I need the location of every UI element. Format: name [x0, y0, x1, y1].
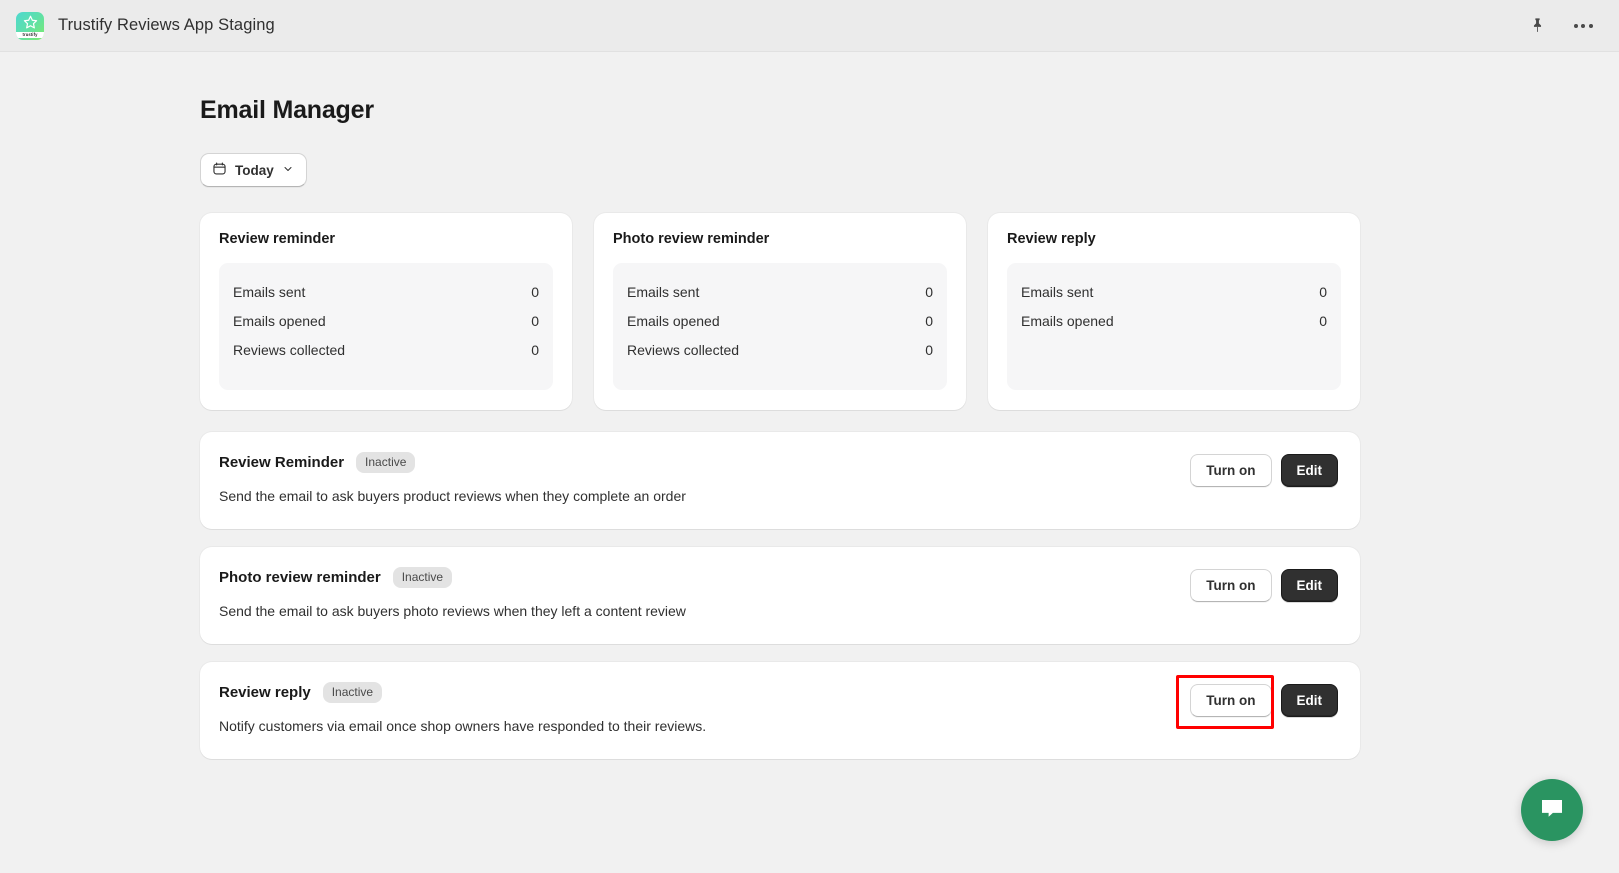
- stat-card-grid: Review reminder Emails sent 0 Emails ope…: [200, 213, 1360, 410]
- stat-label: Reviews collected: [233, 341, 346, 358]
- feature-title: Review reply: [219, 684, 311, 702]
- feature-content: Review Reminder Inactive Send the email …: [219, 452, 1190, 507]
- stat-label: Emails opened: [233, 312, 326, 329]
- stat-row: Emails opened 0: [1021, 306, 1327, 335]
- app-title: Trustify Reviews App Staging: [58, 16, 275, 34]
- stat-label: Emails sent: [627, 283, 700, 300]
- date-filter-label: Today: [235, 162, 274, 178]
- more-horizontal-icon[interactable]: [1569, 12, 1597, 40]
- date-filter-button[interactable]: Today: [200, 153, 307, 187]
- stat-row: Emails sent 0: [233, 277, 539, 306]
- feature-actions: Turn on Edit: [1190, 568, 1338, 602]
- feature-content: Review reply Inactive Notify customers v…: [219, 681, 1190, 737]
- feature-description: Send the email to ask buyers product rev…: [219, 488, 686, 505]
- stat-card-title: Review reply: [1007, 231, 1096, 247]
- turn-on-button[interactable]: Turn on: [1190, 454, 1272, 487]
- stat-label: Emails sent: [1021, 283, 1094, 300]
- feature-content: Photo review reminder Inactive Send the …: [219, 566, 1190, 622]
- edit-button[interactable]: Edit: [1280, 568, 1338, 602]
- stat-value: 0: [1319, 283, 1327, 300]
- feature-header: Photo review reminder Inactive: [219, 566, 1190, 589]
- stat-row: Reviews collected 0: [233, 335, 539, 364]
- chat-launcher-button[interactable]: [1521, 779, 1583, 841]
- stat-value: 0: [925, 312, 933, 329]
- stat-value: 0: [925, 341, 933, 358]
- feature-header: Review Reminder Inactive: [219, 452, 1190, 474]
- status-badge: Inactive: [356, 452, 416, 474]
- status-badge: Inactive: [322, 681, 383, 704]
- app-logo: trustify: [16, 11, 44, 40]
- stat-card-title: Review reminder: [219, 231, 336, 247]
- stat-value: 0: [531, 312, 539, 329]
- turn-on-button[interactable]: Turn on: [1190, 568, 1272, 602]
- stat-label: Reviews collected: [627, 341, 740, 358]
- turn-on-button[interactable]: Turn on: [1190, 683, 1272, 717]
- stat-panel: Emails sent 0 Emails opened 0: [1007, 263, 1341, 390]
- stat-panel: Emails sent 0 Emails opened 0 Reviews co…: [613, 263, 947, 390]
- stat-card: Review reminder Emails sent 0 Emails ope…: [200, 213, 572, 410]
- stat-row: Reviews collected 0: [627, 335, 933, 364]
- stat-label: Emails opened: [627, 312, 720, 329]
- chat-bubble-icon: [1537, 793, 1567, 828]
- stat-value: 0: [1319, 312, 1327, 329]
- stat-row: Emails opened 0: [233, 306, 539, 335]
- calendar-icon: [212, 161, 227, 179]
- stat-row: Emails sent 0: [1021, 277, 1327, 306]
- page-body: Email Manager Today Review reminder Emai…: [0, 52, 1619, 873]
- stat-row: Emails sent 0: [627, 277, 933, 306]
- feature-actions: Turn on Edit: [1190, 454, 1338, 487]
- stat-card-title: Photo review reminder: [613, 231, 770, 247]
- feature-header: Review reply Inactive: [219, 681, 1190, 704]
- chevron-down-icon: [282, 163, 294, 178]
- stat-panel: Emails sent 0 Emails opened 0 Reviews co…: [219, 263, 553, 390]
- stat-value: 0: [531, 283, 539, 300]
- more-dots: [1573, 23, 1593, 28]
- feature-description: Send the email to ask buyers photo revie…: [219, 603, 686, 620]
- status-badge: Inactive: [392, 566, 453, 589]
- page-title: Email Manager: [200, 96, 374, 124]
- logo-wordmark: trustify: [16, 31, 44, 38]
- feature-description: Notify customers via email once shop own…: [219, 718, 707, 735]
- stat-value: 0: [925, 283, 933, 300]
- feature-actions: Turn on Edit: [1190, 683, 1338, 717]
- feature-title: Photo review reminder: [219, 569, 381, 587]
- topbar-actions: [1523, 12, 1603, 40]
- stat-card: Review reply Emails sent 0 Emails opened…: [988, 213, 1360, 410]
- content-container: Email Manager Today Review reminder Emai…: [200, 96, 1360, 759]
- stat-card: Photo review reminder Emails sent 0 Emai…: [594, 213, 966, 410]
- feature-row-photo-review-reminder: Photo review reminder Inactive Send the …: [200, 546, 1360, 644]
- stat-value: 0: [531, 341, 539, 358]
- feature-title: Review Reminder: [219, 454, 345, 472]
- stat-row: Emails opened 0: [627, 306, 933, 335]
- feature-row-review-reply: Review reply Inactive Notify customers v…: [200, 661, 1360, 759]
- edit-button[interactable]: Edit: [1280, 683, 1338, 717]
- top-bar: trustify Trustify Reviews App Staging: [0, 0, 1619, 52]
- stat-label: Emails opened: [1021, 312, 1114, 329]
- edit-button[interactable]: Edit: [1280, 454, 1338, 487]
- feature-row-review-reminder: Review Reminder Inactive Send the email …: [200, 432, 1360, 529]
- pin-icon[interactable]: [1523, 12, 1551, 40]
- stat-label: Emails sent: [233, 283, 306, 300]
